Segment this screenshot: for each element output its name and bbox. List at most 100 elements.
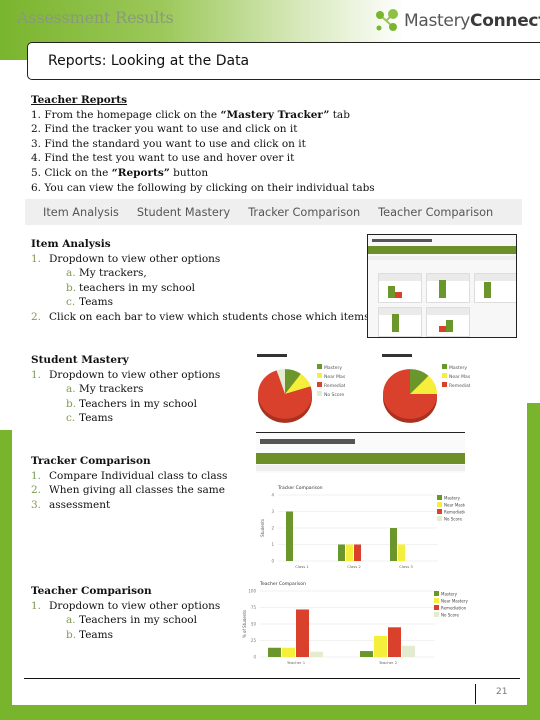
y-tick-label: 75	[251, 605, 257, 610]
sub-list-letter: a.	[66, 614, 76, 627]
legend-label: Near Mastery	[441, 599, 468, 604]
bar-remediation[interactable]	[354, 544, 361, 562]
step-number: 3.	[31, 137, 42, 150]
frame-left-border	[0, 430, 12, 720]
item-card	[426, 273, 470, 303]
legend-swatch	[437, 509, 442, 514]
sub-list-letter: b.	[66, 628, 77, 641]
legend-swatch	[317, 364, 322, 369]
student-mastery-heading: Student Mastery	[31, 354, 129, 366]
list-item: 1. Dropdown to view other options	[31, 368, 220, 383]
item-card	[474, 273, 516, 303]
frame-right-border	[527, 403, 540, 720]
step-text: You can view the following by clicking o…	[44, 181, 375, 194]
list-text: Click on each bar to view which students…	[49, 310, 370, 323]
list-text: assessment	[49, 498, 111, 511]
x-tick-label: Class 2	[347, 564, 361, 569]
step-text: Find the test you want to use and hover …	[44, 152, 295, 165]
screenshot-title	[260, 439, 355, 444]
teacher-comparison-section: Teacher Comparison 1. Dropdown to view ot…	[31, 584, 220, 642]
bar-no-score[interactable]	[402, 645, 415, 657]
teacher-reports-step: 6. You can view the following by clickin…	[31, 181, 375, 196]
screenshot-subnav	[256, 465, 465, 471]
page-title: Reports: Looking at the Data	[48, 53, 250, 69]
section-title: Assessment Results	[17, 8, 174, 27]
student-mastery-section: Student Mastery 1. Dropdown to view other…	[31, 353, 220, 426]
bar-mastery[interactable]	[268, 647, 281, 657]
list-item: 2. Click on each bar to view which studen…	[31, 310, 370, 325]
tab-tracker-comparison[interactable]: Tracker Comparison	[248, 206, 360, 219]
y-tick-label: 25	[251, 638, 257, 643]
sub-list-item: c. Teams	[31, 295, 370, 310]
y-tick-label: 100	[248, 589, 256, 594]
bar-near-mastery[interactable]	[282, 647, 295, 657]
legend-swatch	[437, 516, 442, 521]
legend-label: No Score	[444, 517, 462, 522]
bar-mastery[interactable]	[360, 651, 373, 657]
step-text-end: tab	[329, 108, 350, 121]
bar-mastery[interactable]	[390, 528, 397, 561]
step-number: 2.	[31, 123, 42, 136]
sub-list-item: b. Teachers in my school	[31, 397, 220, 412]
tracker-comparison-screenshot: Tracker Comparison 0 1 2 3 4 Students Class 1 Cl…	[256, 432, 465, 573]
legend-swatch	[437, 502, 442, 507]
tab-student-mastery[interactable]: Student Mastery	[137, 206, 230, 219]
chart-title: Tracker Comparison	[277, 485, 323, 491]
bar-mastery[interactable]	[338, 544, 345, 562]
x-tick-label: Teacher 2	[378, 660, 398, 665]
teacher-reports-step: 5. Click on the “Reports” button	[31, 166, 375, 181]
list-item: 1. Compare Individual class to class	[31, 469, 227, 484]
tracker-comparison-heading: Tracker Comparison	[31, 455, 151, 467]
step-number: 6.	[31, 181, 42, 194]
sub-list-letter: c.	[66, 296, 76, 309]
sub-list-text: My trackers,	[79, 267, 147, 280]
list-item: 3. assessment	[31, 498, 227, 513]
tab-teacher-comparison[interactable]: Teacher Comparison	[378, 206, 493, 219]
y-tick-label: 3	[271, 509, 274, 514]
x-tick-label: Class 1	[295, 564, 309, 569]
legend-swatch	[434, 591, 439, 596]
teacher-comparison-screenshot: Teacher Comparison 0 25 50 75 100 % of Student…	[228, 577, 468, 667]
step-text: From the homepage click on the	[44, 108, 221, 121]
bar-near-mastery[interactable]	[346, 544, 353, 562]
list-number: 1.	[31, 368, 42, 381]
sub-list-text: Teams	[79, 628, 114, 641]
frame-bottom-border	[0, 705, 540, 720]
list-number: 2.	[31, 310, 42, 323]
legend-swatch	[442, 364, 447, 369]
screenshot-nav-bar	[256, 453, 465, 464]
bar-near-mastery[interactable]	[398, 544, 405, 562]
chart-title: Teacher Comparison	[259, 581, 306, 587]
mastery-connect-logo: MasteryConnect	[374, 8, 540, 34]
step-number: 4.	[31, 152, 42, 165]
screenshot-nav-bar	[368, 246, 516, 254]
sub-list-text: Teachers in my school	[79, 614, 197, 627]
item-card	[378, 273, 422, 303]
legend-label: No Score	[324, 392, 344, 398]
pie-title	[257, 354, 287, 357]
y-tick-label: 2	[271, 526, 274, 531]
list-item: 1. Dropdown to view other options	[31, 599, 220, 614]
list-text: Dropdown to view other options	[49, 252, 221, 265]
step-number: 1.	[31, 108, 42, 121]
bar-near-mastery[interactable]	[374, 635, 387, 657]
bar-mastery[interactable]	[286, 511, 293, 562]
bar-remediation[interactable]	[388, 627, 401, 657]
sub-list-text: Teachers in my school	[79, 397, 197, 410]
list-text: Compare Individual class to class	[49, 469, 228, 482]
y-axis-label: % of Students	[242, 610, 247, 638]
legend-label: Near Mastery	[324, 374, 345, 380]
legend-label: Mastery	[444, 496, 461, 501]
legend-swatch	[317, 391, 322, 396]
bar-no-score[interactable]	[310, 651, 323, 657]
legend-swatch	[434, 612, 439, 617]
sub-list-text: teachers in my school	[79, 281, 196, 294]
legend-swatch	[442, 382, 447, 387]
sub-list-letter: b.	[66, 281, 77, 294]
bar-remediation[interactable]	[296, 609, 309, 657]
tab-item-analysis[interactable]: Item Analysis	[43, 206, 119, 219]
x-tick-label: Class 3	[399, 564, 413, 569]
legend-label: Mastery	[324, 365, 342, 371]
item-analysis-heading: Item Analysis	[31, 238, 111, 250]
y-axis-label: Students	[260, 519, 265, 537]
